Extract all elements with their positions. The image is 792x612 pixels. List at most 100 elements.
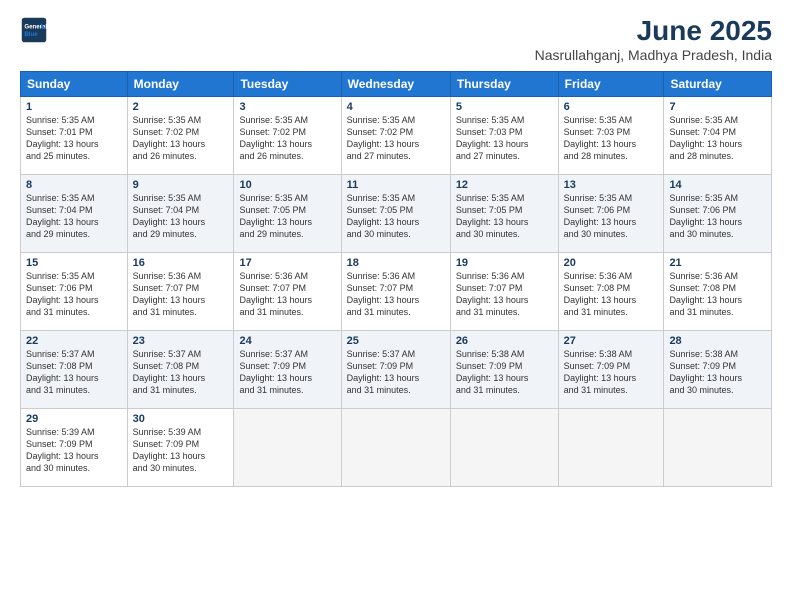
day-number: 13 (564, 179, 659, 191)
calendar-cell: 28Sunrise: 5:38 AM Sunset: 7:09 PM Dayli… (664, 330, 772, 408)
day-number: 19 (456, 257, 553, 269)
day-number: 27 (564, 335, 659, 347)
day-number: 22 (26, 335, 122, 347)
day-info: Sunrise: 5:36 AM Sunset: 7:07 PM Dayligh… (239, 270, 335, 319)
day-number: 3 (239, 101, 335, 113)
calendar-cell: 17Sunrise: 5:36 AM Sunset: 7:07 PM Dayli… (234, 252, 341, 330)
calendar-cell: 5Sunrise: 5:35 AM Sunset: 7:03 PM Daylig… (450, 96, 558, 174)
calendar-cell: 21Sunrise: 5:36 AM Sunset: 7:08 PM Dayli… (664, 252, 772, 330)
day-number: 18 (347, 257, 445, 269)
header: General Blue June 2025 Nasrullahganj, Ma… (20, 16, 772, 63)
calendar-cell: 9Sunrise: 5:35 AM Sunset: 7:04 PM Daylig… (127, 174, 234, 252)
svg-text:Blue: Blue (24, 31, 38, 38)
day-info: Sunrise: 5:37 AM Sunset: 7:08 PM Dayligh… (133, 348, 229, 397)
week-row-1: 1Sunrise: 5:35 AM Sunset: 7:01 PM Daylig… (21, 96, 772, 174)
calendar-cell: 22Sunrise: 5:37 AM Sunset: 7:08 PM Dayli… (21, 330, 128, 408)
calendar-cell (558, 408, 664, 486)
day-number: 4 (347, 101, 445, 113)
day-number: 21 (669, 257, 766, 269)
calendar-cell: 8Sunrise: 5:35 AM Sunset: 7:04 PM Daylig… (21, 174, 128, 252)
day-info: Sunrise: 5:35 AM Sunset: 7:06 PM Dayligh… (564, 192, 659, 241)
day-info: Sunrise: 5:35 AM Sunset: 7:04 PM Dayligh… (26, 192, 122, 241)
day-number: 16 (133, 257, 229, 269)
day-info: Sunrise: 5:37 AM Sunset: 7:09 PM Dayligh… (239, 348, 335, 397)
day-info: Sunrise: 5:39 AM Sunset: 7:09 PM Dayligh… (133, 426, 229, 475)
day-info: Sunrise: 5:37 AM Sunset: 7:09 PM Dayligh… (347, 348, 445, 397)
calendar-table: SundayMondayTuesdayWednesdayThursdayFrid… (20, 71, 772, 487)
week-row-4: 22Sunrise: 5:37 AM Sunset: 7:08 PM Dayli… (21, 330, 772, 408)
day-info: Sunrise: 5:36 AM Sunset: 7:08 PM Dayligh… (669, 270, 766, 319)
week-row-5: 29Sunrise: 5:39 AM Sunset: 7:09 PM Dayli… (21, 408, 772, 486)
calendar-cell: 7Sunrise: 5:35 AM Sunset: 7:04 PM Daylig… (664, 96, 772, 174)
day-info: Sunrise: 5:37 AM Sunset: 7:08 PM Dayligh… (26, 348, 122, 397)
weekday-header-monday: Monday (127, 71, 234, 96)
calendar-cell: 14Sunrise: 5:35 AM Sunset: 7:06 PM Dayli… (664, 174, 772, 252)
day-info: Sunrise: 5:38 AM Sunset: 7:09 PM Dayligh… (669, 348, 766, 397)
weekday-header-sunday: Sunday (21, 71, 128, 96)
calendar-cell: 27Sunrise: 5:38 AM Sunset: 7:09 PM Dayli… (558, 330, 664, 408)
calendar-cell: 13Sunrise: 5:35 AM Sunset: 7:06 PM Dayli… (558, 174, 664, 252)
calendar-cell (450, 408, 558, 486)
calendar-cell: 30Sunrise: 5:39 AM Sunset: 7:09 PM Dayli… (127, 408, 234, 486)
calendar-cell: 25Sunrise: 5:37 AM Sunset: 7:09 PM Dayli… (341, 330, 450, 408)
calendar-cell: 15Sunrise: 5:35 AM Sunset: 7:06 PM Dayli… (21, 252, 128, 330)
day-number: 26 (456, 335, 553, 347)
weekday-header-wednesday: Wednesday (341, 71, 450, 96)
subtitle: Nasrullahganj, Madhya Pradesh, India (535, 47, 772, 63)
day-info: Sunrise: 5:35 AM Sunset: 7:02 PM Dayligh… (133, 114, 229, 163)
day-number: 25 (347, 335, 445, 347)
calendar-cell (234, 408, 341, 486)
main-title: June 2025 (535, 16, 772, 47)
calendar-cell: 11Sunrise: 5:35 AM Sunset: 7:05 PM Dayli… (341, 174, 450, 252)
logo-icon: General Blue (20, 16, 48, 44)
day-info: Sunrise: 5:35 AM Sunset: 7:03 PM Dayligh… (456, 114, 553, 163)
day-number: 2 (133, 101, 229, 113)
day-info: Sunrise: 5:35 AM Sunset: 7:04 PM Dayligh… (133, 192, 229, 241)
day-number: 30 (133, 413, 229, 425)
week-row-3: 15Sunrise: 5:35 AM Sunset: 7:06 PM Dayli… (21, 252, 772, 330)
calendar-body: 1Sunrise: 5:35 AM Sunset: 7:01 PM Daylig… (21, 96, 772, 486)
day-number: 24 (239, 335, 335, 347)
calendar-cell: 2Sunrise: 5:35 AM Sunset: 7:02 PM Daylig… (127, 96, 234, 174)
day-info: Sunrise: 5:38 AM Sunset: 7:09 PM Dayligh… (456, 348, 553, 397)
day-number: 8 (26, 179, 122, 191)
calendar-cell: 12Sunrise: 5:35 AM Sunset: 7:05 PM Dayli… (450, 174, 558, 252)
day-number: 14 (669, 179, 766, 191)
calendar-cell (341, 408, 450, 486)
calendar-cell (664, 408, 772, 486)
calendar-page: General Blue June 2025 Nasrullahganj, Ma… (0, 0, 792, 612)
day-info: Sunrise: 5:36 AM Sunset: 7:08 PM Dayligh… (564, 270, 659, 319)
title-block: June 2025 Nasrullahganj, Madhya Pradesh,… (535, 16, 772, 63)
day-number: 7 (669, 101, 766, 113)
day-info: Sunrise: 5:35 AM Sunset: 7:01 PM Dayligh… (26, 114, 122, 163)
day-info: Sunrise: 5:35 AM Sunset: 7:03 PM Dayligh… (564, 114, 659, 163)
day-info: Sunrise: 5:35 AM Sunset: 7:06 PM Dayligh… (669, 192, 766, 241)
calendar-cell: 18Sunrise: 5:36 AM Sunset: 7:07 PM Dayli… (341, 252, 450, 330)
calendar-cell: 3Sunrise: 5:35 AM Sunset: 7:02 PM Daylig… (234, 96, 341, 174)
weekday-header-friday: Friday (558, 71, 664, 96)
day-info: Sunrise: 5:35 AM Sunset: 7:02 PM Dayligh… (347, 114, 445, 163)
calendar-cell: 23Sunrise: 5:37 AM Sunset: 7:08 PM Dayli… (127, 330, 234, 408)
day-number: 6 (564, 101, 659, 113)
day-info: Sunrise: 5:39 AM Sunset: 7:09 PM Dayligh… (26, 426, 122, 475)
calendar-cell: 6Sunrise: 5:35 AM Sunset: 7:03 PM Daylig… (558, 96, 664, 174)
day-number: 29 (26, 413, 122, 425)
day-number: 12 (456, 179, 553, 191)
day-info: Sunrise: 5:36 AM Sunset: 7:07 PM Dayligh… (456, 270, 553, 319)
day-info: Sunrise: 5:35 AM Sunset: 7:06 PM Dayligh… (26, 270, 122, 319)
day-number: 23 (133, 335, 229, 347)
day-info: Sunrise: 5:35 AM Sunset: 7:05 PM Dayligh… (456, 192, 553, 241)
calendar-cell: 19Sunrise: 5:36 AM Sunset: 7:07 PM Dayli… (450, 252, 558, 330)
day-number: 17 (239, 257, 335, 269)
day-info: Sunrise: 5:35 AM Sunset: 7:04 PM Dayligh… (669, 114, 766, 163)
calendar-cell: 20Sunrise: 5:36 AM Sunset: 7:08 PM Dayli… (558, 252, 664, 330)
day-info: Sunrise: 5:36 AM Sunset: 7:07 PM Dayligh… (347, 270, 445, 319)
day-info: Sunrise: 5:35 AM Sunset: 7:05 PM Dayligh… (239, 192, 335, 241)
day-info: Sunrise: 5:35 AM Sunset: 7:02 PM Dayligh… (239, 114, 335, 163)
logo: General Blue (20, 16, 48, 44)
day-number: 11 (347, 179, 445, 191)
week-row-2: 8Sunrise: 5:35 AM Sunset: 7:04 PM Daylig… (21, 174, 772, 252)
calendar-header: SundayMondayTuesdayWednesdayThursdayFrid… (21, 71, 772, 96)
weekday-header-tuesday: Tuesday (234, 71, 341, 96)
weekday-header-saturday: Saturday (664, 71, 772, 96)
